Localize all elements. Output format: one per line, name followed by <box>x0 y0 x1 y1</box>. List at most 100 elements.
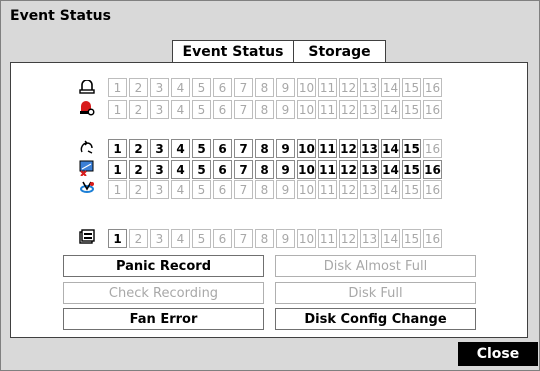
channel-cell: 15 <box>402 100 421 119</box>
channel-cell: 8 <box>255 180 274 199</box>
channel-cell: 7 <box>234 160 253 179</box>
channel-cell: 15 <box>402 160 421 179</box>
channel-cell: 14 <box>381 78 400 97</box>
channel-cell: 3 <box>150 229 169 248</box>
alarm-in-icon <box>79 79 95 95</box>
channel-cell: 6 <box>213 78 232 97</box>
channel-cell: 3 <box>150 139 169 158</box>
alarm-out-icon <box>79 100 95 116</box>
channel-cell: 5 <box>192 139 211 158</box>
channel-cell: 2 <box>129 229 148 248</box>
tab-storage[interactable]: Storage <box>294 40 386 62</box>
channel-cell: 11 <box>318 78 337 97</box>
channel-cell: 3 <box>150 160 169 179</box>
channel-cell: 14 <box>381 100 400 119</box>
channel-cell: 11 <box>318 160 337 179</box>
tab-bar: Event Status Storage <box>172 40 386 62</box>
channel-cell: 8 <box>255 139 274 158</box>
alarm-in-row: 1 2 3 4 5 6 7 8 9 10 11 12 13 14 15 16 <box>108 78 444 97</box>
channel-cell: 4 <box>171 180 190 199</box>
channel-cell: 5 <box>192 78 211 97</box>
channel-cell: 3 <box>150 180 169 199</box>
channel-cell: 4 <box>171 160 190 179</box>
disk-full-button[interactable]: Disk Full <box>275 282 476 304</box>
check-recording-button[interactable]: Check Recording <box>63 282 264 304</box>
channel-cell: 12 <box>339 139 358 158</box>
channel-cell: 14 <box>381 180 400 199</box>
channel-cell: 1 <box>108 229 127 248</box>
channel-cell: 1 <box>108 100 127 119</box>
channel-cell: 2 <box>129 160 148 179</box>
channel-cell: 2 <box>129 78 148 97</box>
channel-cell: 16 <box>423 78 442 97</box>
channel-cell: 12 <box>339 100 358 119</box>
channel-cell: 10 <box>297 78 316 97</box>
channel-cell: 16 <box>423 100 442 119</box>
channel-cell: 4 <box>171 229 190 248</box>
text-in-row: 1 2 3 4 5 6 7 8 9 10 11 12 13 14 15 16 <box>108 180 444 199</box>
fan-error-button[interactable]: Fan Error <box>63 308 264 330</box>
channel-cell: 1 <box>108 78 127 97</box>
channel-cell: 12 <box>339 160 358 179</box>
channel-cell: 8 <box>255 160 274 179</box>
channel-cell: 2 <box>129 180 148 199</box>
event-status-dialog: Event Status Event Status Storage 123456… <box>0 0 540 371</box>
channel-cell: 5 <box>192 100 211 119</box>
channel-cell: 9 <box>276 160 295 179</box>
channel-cell: 8 <box>255 229 274 248</box>
channel-cell: 16 <box>423 229 442 248</box>
channel-cell: 3 <box>150 100 169 119</box>
channel-cell: 1 <box>108 180 127 199</box>
channel-cell: 7 <box>234 100 253 119</box>
channel-cell: 6 <box>213 180 232 199</box>
disk-config-change-button[interactable]: Disk Config Change <box>275 308 476 330</box>
channel-cell: 11 <box>318 180 337 199</box>
channel-cell: 2 <box>129 100 148 119</box>
channel-cell: 5 <box>192 229 211 248</box>
record-row: 1 2 3 4 5 6 7 8 9 10 11 12 13 14 15 16 <box>108 229 444 248</box>
channel-cell: 15 <box>402 180 421 199</box>
channel-cell: 12 <box>339 180 358 199</box>
channel-cell: 2 <box>129 139 148 158</box>
tab-event-status[interactable]: Event Status <box>172 40 294 62</box>
channel-cell: 15 <box>402 229 421 248</box>
channel-cell: 6 <box>213 100 232 119</box>
channel-cell: 9 <box>276 229 295 248</box>
channel-cell: 14 <box>381 139 400 158</box>
channel-cell: 10 <box>297 160 316 179</box>
channel-cell: 11 <box>318 139 337 158</box>
channel-cell: 5 <box>192 180 211 199</box>
channel-cell: 1 <box>108 160 127 179</box>
channel-cell: 13 <box>360 160 379 179</box>
channel-cell: 1 <box>108 139 127 158</box>
channel-cell: 15 <box>402 139 421 158</box>
channel-cell: 4 <box>171 100 190 119</box>
channel-cell: 10 <box>297 180 316 199</box>
panic-record-button[interactable]: Panic Record <box>63 255 264 277</box>
channel-cell: 10 <box>297 139 316 158</box>
disk-almost-full-button[interactable]: Disk Almost Full <box>275 255 476 277</box>
channel-cell: 9 <box>276 180 295 199</box>
video-loss-row: 1 2 3 4 5 6 7 8 9 10 11 12 13 14 15 16 <box>108 160 444 179</box>
channel-cell: 15 <box>402 78 421 97</box>
channel-cell: 11 <box>318 100 337 119</box>
channel-cell: 9 <box>276 78 295 97</box>
channel-cell: 10 <box>297 229 316 248</box>
channel-cell: 5 <box>192 160 211 179</box>
channel-cell: 14 <box>381 160 400 179</box>
channel-cell: 13 <box>360 229 379 248</box>
channel-cell: 4 <box>171 139 190 158</box>
event-status-panel: 1 2 3 4 5 6 7 8 9 10 11 12 13 14 15 16 1 2 3 4 5 6 7 8 9 10 11 12 1… <box>10 62 528 338</box>
channel-cell: 13 <box>360 180 379 199</box>
channel-cell: 7 <box>234 139 253 158</box>
channel-cell: 6 <box>213 229 232 248</box>
channel-cell: 14 <box>381 229 400 248</box>
channel-cell: 13 <box>360 78 379 97</box>
close-button[interactable]: Close <box>458 342 538 366</box>
motion-row: 1 2 3 4 5 6 7 8 9 10 11 12 13 14 15 16 <box>108 139 444 158</box>
channel-cell: 16 <box>423 139 442 158</box>
channel-cell: 4 <box>171 78 190 97</box>
channel-cell: 6 <box>213 160 232 179</box>
channel-cell: 7 <box>234 78 253 97</box>
channel-cell: 16 <box>423 180 442 199</box>
